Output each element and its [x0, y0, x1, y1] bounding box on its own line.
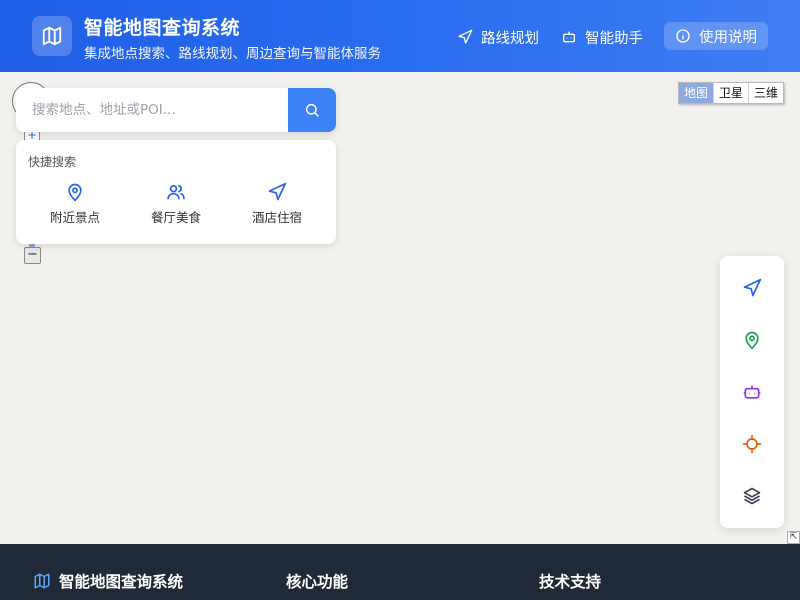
navigation-icon [458, 29, 473, 44]
navigation-icon [743, 278, 762, 297]
map-icon [42, 26, 62, 46]
users-icon [167, 184, 185, 200]
search-icon [305, 103, 319, 117]
bot-icon [563, 31, 575, 43]
locate-icon [742, 434, 762, 454]
quick-hotels[interactable]: 酒店住宿 [232, 182, 322, 226]
footer-tech-support-heading: 技术支持 [539, 573, 602, 591]
logo [32, 16, 72, 56]
overview-toggle-button[interactable]: ⇱ [787, 531, 800, 544]
tool-locate[interactable] [736, 428, 768, 460]
map-type-switch: 地图 卫星 三维 [678, 82, 785, 104]
quick-item-label: 附近景点 [49, 210, 100, 225]
tool-nearby[interactable] [736, 324, 768, 356]
tool-layers[interactable] [736, 480, 768, 512]
map-pin-icon [745, 331, 759, 350]
map-type-map[interactable]: 地图 [679, 83, 714, 103]
info-icon [676, 29, 690, 43]
tool-ai-assistant[interactable] [736, 376, 768, 408]
help-button[interactable]: 使用说明 [664, 22, 768, 50]
nav-assistant-label: 智能助手 [585, 30, 643, 47]
quick-item-label: 餐厅美食 [150, 210, 201, 225]
search-box [16, 88, 336, 132]
search-button[interactable] [288, 88, 336, 132]
nav-route-planning[interactable]: 路线规划 [457, 24, 539, 50]
map-icon [34, 573, 50, 589]
nav-route-label: 路线规划 [481, 30, 539, 47]
help-label: 使用说明 [699, 29, 757, 46]
quick-search-title: 快捷搜索 [28, 155, 77, 169]
bot-icon [743, 385, 761, 399]
layers-icon [743, 487, 761, 505]
map-type-3d[interactable]: 三维 [748, 83, 783, 103]
nav-ai-assistant[interactable]: 智能助手 [561, 24, 643, 50]
search-input[interactable] [16, 88, 288, 132]
navigation-icon [268, 182, 287, 201]
footer-brand: 智能地图查询系统 [33, 570, 183, 592]
quick-item-label: 酒店住宿 [251, 210, 302, 225]
quick-restaurants[interactable]: 餐厅美食 [131, 182, 221, 226]
app-footer: 智能地图查询系统 核心功能 技术支持 [0, 544, 800, 600]
tool-navigate[interactable] [736, 272, 768, 304]
map-pin-icon [68, 183, 82, 202]
app-title: 智能地图查询系统 [84, 17, 241, 39]
app-header: 智能地图查询系统 集成地点搜索、路线规划、周边查询与智能体服务 路线规划 智能助… [0, 0, 800, 72]
footer-brand-label: 智能地图查询系统 [59, 573, 184, 591]
zoom-out-button[interactable]: − [24, 247, 41, 264]
quick-search-panel: 快捷搜索 附近景点 餐厅美食 酒店住宿 [16, 140, 336, 244]
map-toolbar [720, 256, 784, 528]
footer-core-features-heading: 核心功能 [286, 573, 349, 591]
app-subtitle: 集成地点搜索、路线规划、周边查询与智能体服务 [84, 46, 381, 62]
map-type-satellite[interactable]: 卫星 [713, 83, 748, 103]
quick-nearby-attractions[interactable]: 附近景点 [30, 182, 120, 226]
